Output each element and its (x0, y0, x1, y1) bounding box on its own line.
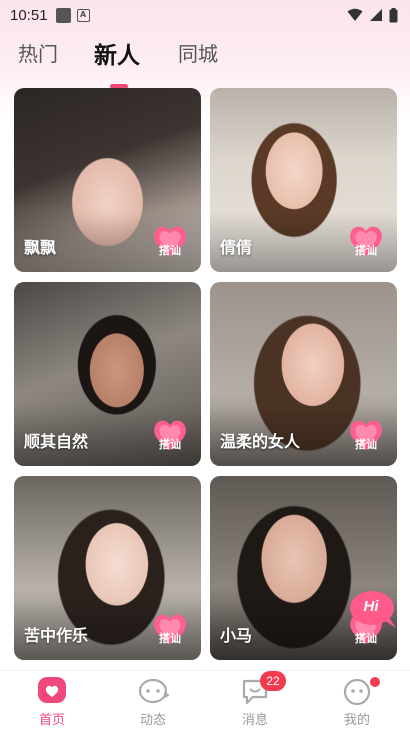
nav-profile-label: 我的 (343, 713, 370, 728)
profile-name: 小马 (220, 626, 253, 645)
profile-card[interactable]: 倩倩 搭讪 (210, 88, 397, 272)
tab-nearby[interactable]: 同城 (178, 38, 218, 67)
battery-icon (389, 7, 398, 22)
bottom-nav: 首页 动态 22 消息 我的 (0, 670, 410, 730)
chat-button-label: 搭讪 (159, 438, 181, 451)
profile-card[interactable]: 顺其自然 搭讪 (14, 282, 201, 466)
profile-name: 温柔的女人 (220, 432, 301, 451)
profile-name: 倩倩 (220, 238, 253, 257)
keyboard-a-icon: A (76, 8, 90, 22)
chat-button-label: 搭讪 (355, 632, 377, 645)
nav-home[interactable]: 首页 (17, 671, 87, 730)
signal-icon (370, 9, 382, 21)
home-heart-icon (38, 677, 66, 703)
nav-messages-label: 消息 (241, 713, 268, 728)
profile-name: 苦中作乐 (24, 626, 89, 645)
tab-new[interactable]: 新人 (94, 36, 140, 70)
profile-notification-dot (370, 677, 380, 687)
nav-profile[interactable]: 我的 (322, 671, 392, 730)
chat-button-label: 搭讪 (355, 438, 377, 451)
chat-button-label: 搭讪 (159, 244, 181, 257)
status-bar: 10:51 A (0, 0, 410, 30)
profile-card[interactable]: 小马 搭讪 (210, 476, 397, 660)
profile-name: 飘飘 (24, 238, 57, 257)
chat-button[interactable]: 搭讪 (345, 414, 387, 456)
nav-home-label: 首页 (38, 713, 65, 728)
hi-float-button[interactable]: Hi (348, 588, 400, 630)
message-count-badge: 22 (260, 671, 286, 691)
profile-card[interactable]: 温柔的女人 搭讪 (210, 282, 397, 466)
moments-icon (138, 678, 169, 704)
profile-name: 顺其自然 (24, 432, 89, 451)
status-time: 10:51 (10, 6, 48, 24)
nav-messages[interactable]: 22 消息 (220, 671, 290, 730)
chat-button[interactable]: 搭讪 (345, 220, 387, 262)
chat-button[interactable]: 搭讪 (149, 414, 191, 456)
nav-moments-label: 动态 (139, 713, 166, 728)
profile-card[interactable]: 苦中作乐 搭讪 (14, 476, 201, 660)
profile-icon (343, 678, 371, 706)
chat-button-label: 搭讪 (355, 244, 377, 257)
nav-moments[interactable]: 动态 (118, 671, 188, 730)
profile-grid: 飘飘 搭讪 倩倩 搭讪 顺其自然 搭讪 温柔的女人 搭讪 苦中作乐 搭讪 小马 … (0, 86, 410, 670)
chat-button[interactable]: 搭讪 (149, 608, 191, 650)
profile-card[interactable]: 飘飘 搭讪 (14, 88, 201, 272)
chat-button[interactable]: 搭讪 (149, 220, 191, 262)
notification-icon (55, 7, 71, 23)
tab-hot[interactable]: 热门 (18, 38, 58, 67)
chat-button-label: 搭讪 (159, 632, 181, 645)
wifi-icon (347, 8, 363, 21)
hi-button-label: Hi (363, 598, 379, 615)
top-tabs: 热门 新人 同城 (0, 36, 410, 89)
